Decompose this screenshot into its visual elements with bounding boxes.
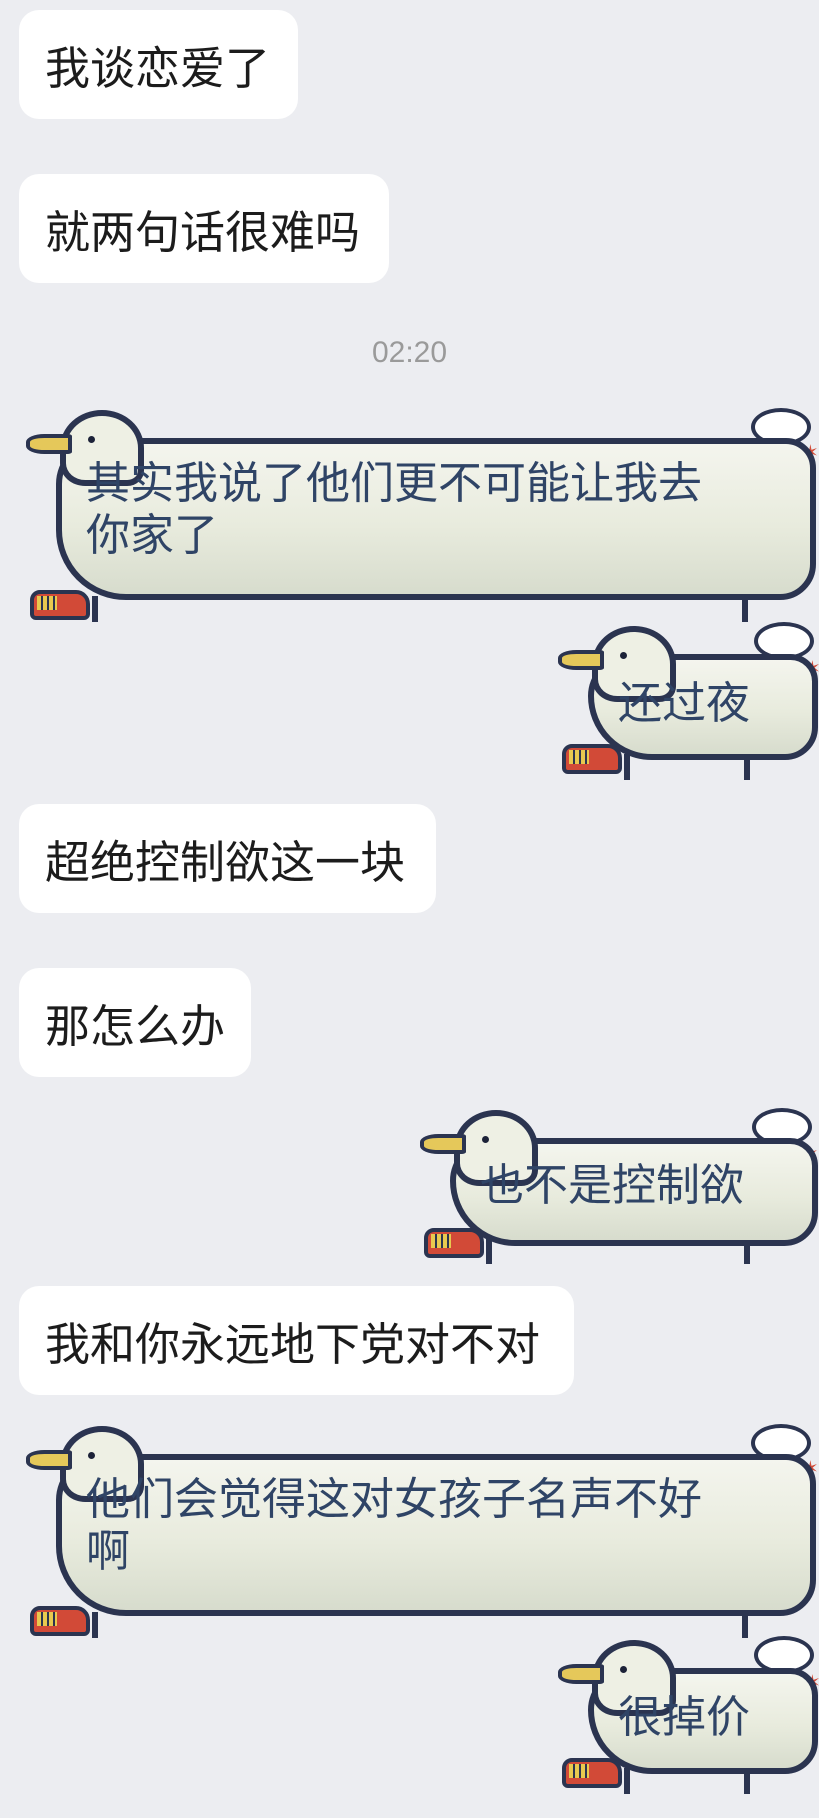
bread-icon xyxy=(562,744,622,774)
seagull-beak xyxy=(558,1664,604,1684)
bread-icon xyxy=(30,590,90,620)
seagull-text-line2: 啊 xyxy=(86,1526,130,1577)
seagull-beak xyxy=(558,650,604,670)
seagull-eye xyxy=(482,1136,489,1143)
message-bubble[interactable]: 我谈恋爱了 xyxy=(19,10,298,119)
seagull-leg xyxy=(92,1612,98,1638)
seagull-text: 其实我说了他们更不可能让我去 你家了 xyxy=(86,458,702,562)
seagull-leg xyxy=(624,1768,630,1794)
seagull-leg xyxy=(92,596,98,622)
seagull-eye xyxy=(88,436,95,443)
seagull-sticker-bubble[interactable]: ✶ 很掉价 xyxy=(558,1636,819,1794)
seagull-eye xyxy=(88,1452,95,1459)
seagull-text-line1: 他们会觉得这对女孩子名声不好 xyxy=(86,1474,702,1525)
seagull-sticker-bubble[interactable]: ✶ 还过夜 xyxy=(558,622,819,780)
bread-icon xyxy=(562,1758,622,1788)
bread-icon xyxy=(424,1228,484,1258)
seagull-text: 还过夜 xyxy=(618,678,750,729)
message-text: 那怎么办 xyxy=(45,1000,226,1053)
seagull-eye xyxy=(620,1666,627,1673)
seagull-text: 他们会觉得这对女孩子名声不好 啊 xyxy=(86,1474,702,1578)
message-bubble[interactable]: 就两句话很难吗 xyxy=(19,174,389,283)
message-text: 就两句话很难吗 xyxy=(45,206,361,259)
seagull-beak xyxy=(26,1450,72,1470)
message-bubble[interactable]: 那怎么办 xyxy=(19,968,251,1077)
seagull-sticker-bubble[interactable]: ✶ 他们会觉得这对女孩子名声不好 啊 xyxy=(26,1424,819,1640)
message-bubble[interactable]: 我和你永远地下党对不对 xyxy=(19,1286,574,1395)
seagull-sticker-bubble[interactable]: ✶ 也不是控制欲 xyxy=(420,1108,819,1264)
seagull-text-line2: 你家了 xyxy=(86,510,218,561)
seagull-beak xyxy=(420,1134,466,1154)
seagull-leg xyxy=(624,754,630,780)
message-text: 我和你永远地下党对不对 xyxy=(45,1318,541,1371)
bread-icon xyxy=(30,1606,90,1636)
seagull-text: 也不是控制欲 xyxy=(480,1160,744,1211)
seagull-eye xyxy=(620,652,627,659)
seagull-beak xyxy=(26,434,72,454)
seagull-leg xyxy=(486,1238,492,1264)
seagull-sticker-bubble[interactable]: ✶ 其实我说了他们更不可能让我去 你家了 xyxy=(26,408,819,624)
seagull-text-line1: 其实我说了他们更不可能让我去 xyxy=(86,458,702,509)
message-bubble[interactable]: 超绝控制欲这一块 xyxy=(19,804,436,913)
message-text: 我谈恋爱了 xyxy=(45,42,271,95)
message-text: 超绝控制欲这一块 xyxy=(45,836,406,889)
timestamp: 02:20 xyxy=(371,336,448,369)
seagull-text: 很掉价 xyxy=(618,1692,750,1743)
